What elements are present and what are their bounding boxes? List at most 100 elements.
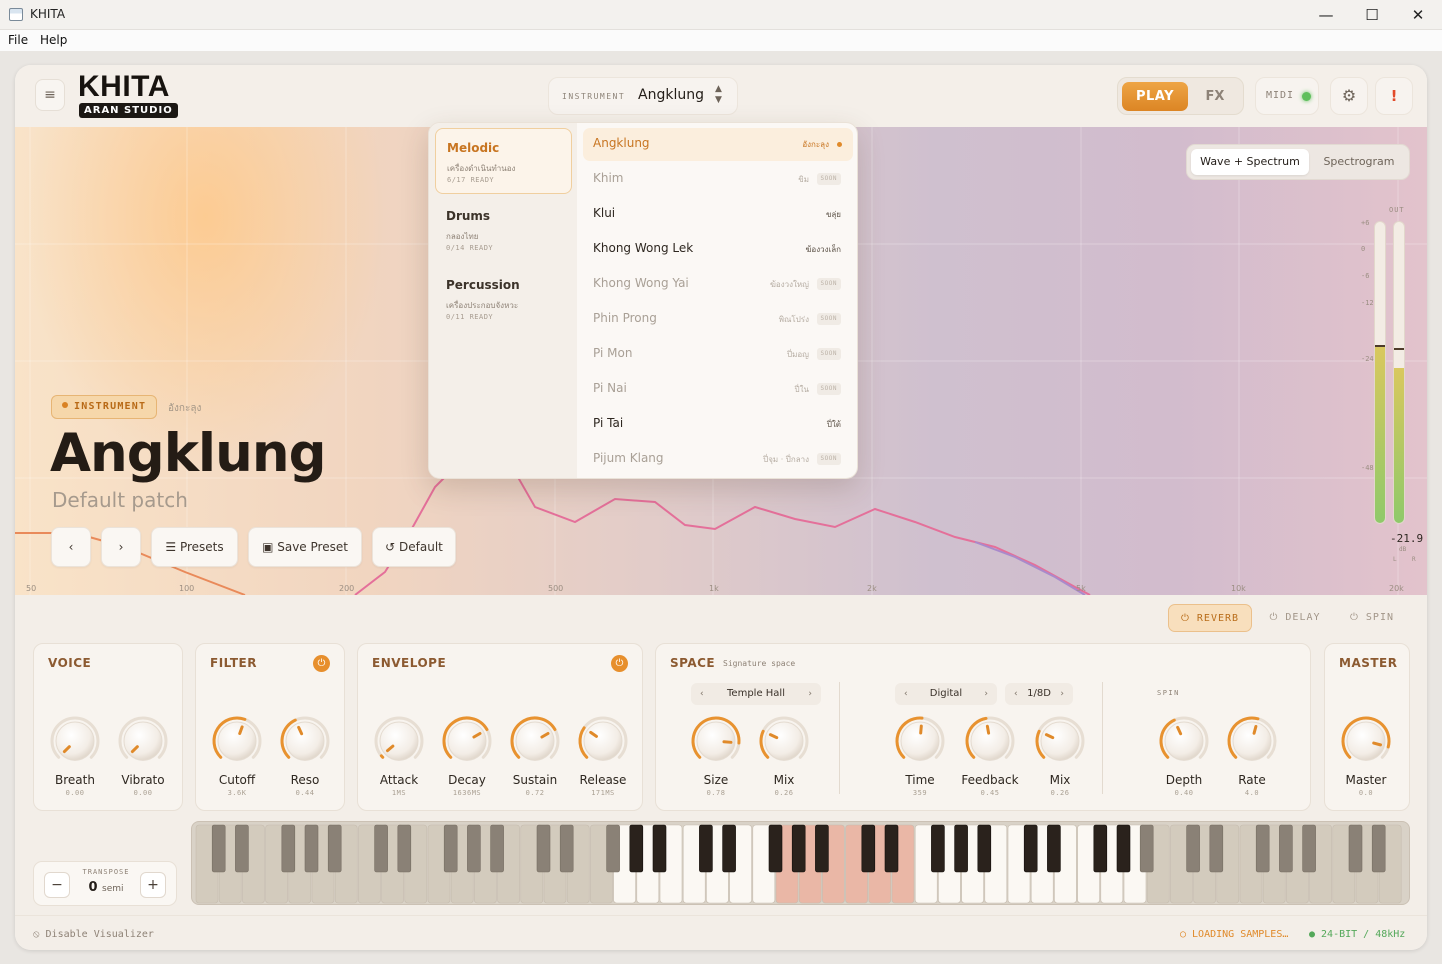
chevron-right-icon[interactable]: › (984, 683, 988, 705)
instrument-option-pijum-klang[interactable]: Pijum Klang ปี่จุม · ปี่กลาง SOON (583, 443, 853, 476)
vibrato-knob[interactable] (117, 715, 169, 767)
spin-tab[interactable]: ⏻ SPIN (1342, 604, 1402, 632)
filter-power-icon[interactable]: ⏻ (313, 655, 330, 672)
decay-knob[interactable] (441, 715, 493, 767)
gear-icon[interactable]: ⚙ (1330, 77, 1368, 115)
black-key[interactable] (977, 824, 992, 873)
delay-tab[interactable]: ⏻ DELAY (1260, 604, 1330, 632)
fx-mode-button[interactable]: FX (1190, 82, 1240, 111)
maximize-button[interactable]: ☐ (1349, 3, 1395, 27)
play-mode-button[interactable]: PLAY (1122, 82, 1188, 111)
instrument-option-klui[interactable]: Klui ขลุ่ย (583, 198, 853, 231)
menu-file[interactable]: File (8, 33, 28, 47)
category-melodic[interactable]: Melodic เครื่องดำเนินทำนอง 6/17 READY (435, 128, 572, 194)
instrument-option-phin-prong[interactable]: Phin Prong พิณโปร่ง SOON (583, 303, 853, 336)
delay-mix-knob[interactable] (1034, 715, 1086, 767)
category-percussion[interactable]: Percussion เครื่องประกอบจังหวะ 0/11 READ… (435, 266, 572, 332)
black-key[interactable] (1209, 824, 1224, 873)
depth-knob[interactable] (1158, 715, 1210, 767)
instrument-option-angklung[interactable]: Angklung อังกะลุง (583, 128, 853, 161)
cutoff-knob[interactable] (211, 715, 263, 767)
reverb-tab[interactable]: ⏻ REVERB (1168, 604, 1252, 632)
reverb-type-selector[interactable]: ‹ Temple Hall › (691, 683, 821, 705)
black-key[interactable] (1047, 824, 1061, 873)
black-key[interactable] (931, 824, 945, 873)
black-key[interactable] (606, 824, 620, 873)
category-drums[interactable]: Drums กลองไทย 0/14 READY (435, 197, 572, 263)
black-key[interactable] (1093, 824, 1108, 873)
black-key[interactable] (304, 824, 319, 873)
black-key[interactable] (722, 824, 736, 873)
black-key[interactable] (490, 824, 504, 873)
delay-time-selector[interactable]: ‹ 1/8D › (1005, 683, 1073, 705)
attack-knob[interactable] (373, 715, 425, 767)
next-instrument-button[interactable]: › (101, 527, 141, 567)
presets-button[interactable]: ☰ Presets (151, 527, 238, 567)
black-key[interactable] (1371, 824, 1386, 873)
black-key[interactable] (1023, 824, 1038, 873)
alert-icon[interactable]: ! (1375, 77, 1413, 115)
instrument-option-pi-tai[interactable]: Pi Tai ปี่ใต้ (583, 408, 853, 441)
black-key[interactable] (861, 824, 876, 873)
black-key[interactable] (629, 824, 644, 873)
chevron-right-icon[interactable]: › (808, 683, 812, 705)
black-key[interactable] (768, 824, 783, 873)
feedback-knob[interactable] (964, 715, 1016, 767)
black-key[interactable] (1348, 824, 1363, 873)
black-key[interactable] (1302, 824, 1316, 873)
close-window-button[interactable]: ✕ (1395, 3, 1441, 27)
black-key[interactable] (397, 824, 412, 873)
view-spectrogram-button[interactable]: Spectrogram (1313, 149, 1405, 175)
save-preset-button[interactable]: ▣ Save Preset (248, 527, 362, 567)
black-key[interactable] (699, 824, 713, 873)
instrument-option-khong-wong-yai[interactable]: Khong Wong Yai ฆ้องวงใหญ่ SOON (583, 268, 853, 301)
reverb-mix-knob[interactable] (758, 715, 810, 767)
black-key[interactable] (235, 824, 249, 873)
black-key[interactable] (652, 824, 667, 873)
instrument-option-pi-nai[interactable]: Pi Nai ปี่ใน SOON (583, 373, 853, 406)
reso-knob[interactable] (279, 715, 331, 767)
black-key[interactable] (1139, 824, 1154, 873)
minimize-button[interactable]: — (1303, 3, 1349, 27)
black-key[interactable] (536, 824, 551, 873)
piano-keyboard[interactable] (191, 821, 1410, 905)
delay-type-selector[interactable]: ‹ Digital › (895, 683, 997, 705)
black-key[interactable] (815, 824, 829, 873)
black-key[interactable] (884, 824, 899, 873)
instrument-selector[interactable]: INSTRUMENT Angklung ▲ ▼ (548, 77, 738, 115)
black-key[interactable] (211, 824, 226, 873)
black-key[interactable] (281, 824, 296, 873)
black-key[interactable] (559, 824, 574, 873)
size-knob[interactable] (690, 715, 742, 767)
transpose-plus-button[interactable]: + (140, 872, 166, 898)
delay-time-knob[interactable] (894, 715, 946, 767)
black-key[interactable] (1279, 824, 1293, 873)
breath-knob[interactable] (49, 715, 101, 767)
instrument-option-pi-mon[interactable]: Pi Mon ปี่มอญ SOON (583, 338, 853, 371)
black-key[interactable] (954, 824, 968, 873)
black-key[interactable] (467, 824, 481, 873)
hamburger-menu-icon[interactable]: ≡ (35, 79, 65, 111)
sustain-knob[interactable] (509, 715, 561, 767)
chevron-right-icon[interactable]: › (1060, 683, 1064, 705)
prev-instrument-button[interactable]: ‹ (51, 527, 91, 567)
menu-help[interactable]: Help (40, 33, 67, 47)
envelope-power-icon[interactable]: ⏻ (611, 655, 628, 672)
black-key[interactable] (374, 824, 388, 873)
instrument-option-khim[interactable]: Khim ขิม SOON (583, 163, 853, 196)
black-key[interactable] (1255, 824, 1270, 873)
midi-button[interactable]: MIDI (1255, 77, 1319, 115)
black-key[interactable] (1116, 824, 1131, 873)
view-wave-spectrum-button[interactable]: Wave + Spectrum (1191, 149, 1309, 175)
black-key[interactable] (327, 824, 342, 873)
release-knob[interactable] (577, 715, 629, 767)
piano-keys[interactable] (192, 822, 1410, 905)
black-key[interactable] (791, 824, 806, 873)
rate-knob[interactable] (1226, 715, 1278, 767)
black-key[interactable] (443, 824, 458, 873)
master-knob[interactable] (1340, 715, 1392, 767)
disable-visualizer-toggle[interactable]: ⦸ Disable Visualizer (33, 929, 154, 940)
default-button[interactable]: ↺ Default (372, 527, 456, 567)
instrument-option-khong-wong-lek[interactable]: Khong Wong Lek ฆ้องวงเล็ก (583, 233, 853, 266)
black-key[interactable] (1186, 824, 1200, 873)
